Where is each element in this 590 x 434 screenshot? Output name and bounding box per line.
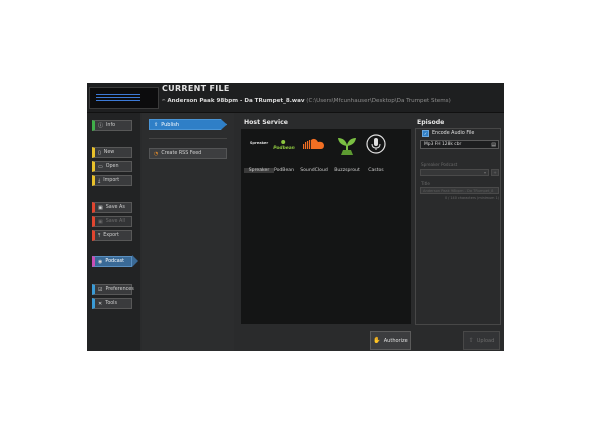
create-rss-feed-label: Create RSS Feed [161, 151, 202, 156]
sidebar-item-label: Preferences [105, 287, 134, 292]
sidebar-item-label: New [103, 150, 115, 155]
add-icon: + [493, 170, 497, 175]
sidebar-item-tools[interactable]: ✕ Tools [92, 298, 132, 309]
sidebar-item-label: Export [103, 233, 119, 238]
export-icon: ⤒ [98, 232, 101, 239]
preferences-icon: ☑ [98, 286, 103, 293]
edit-format-icon[interactable]: ▤ [491, 141, 496, 149]
open-folder-icon: ▭ [98, 163, 103, 170]
new-file-icon: ▯ [98, 149, 101, 156]
soundcloud-icon [303, 138, 324, 149]
publish-tab[interactable]: ⇪ Publish [149, 119, 227, 130]
sidebar-item-label: Tools [105, 301, 118, 306]
service-podbean[interactable]: Podbean PodBean [269, 133, 299, 177]
chevron-down-icon: ▾ [483, 170, 486, 175]
spreaker-podcast-select[interactable]: ▾ [420, 169, 489, 176]
sidebar-item-label: Import [103, 178, 120, 183]
sidebar-item-save-as[interactable]: ▣ Save As [92, 202, 132, 213]
refresh-podcasts-button[interactable]: + [491, 169, 499, 176]
episode-title: Episode [417, 119, 445, 126]
sidebar-item-label: Save As [105, 205, 125, 210]
current-file-info: 𝄐 Anderson Paak 98bpm - Da TRumpet_8.wav … [162, 97, 451, 105]
divider [149, 138, 227, 139]
checkbox-checked-icon: ✓ [422, 130, 429, 137]
sidebar-item-label: Podcast [105, 259, 125, 264]
sidebar: ⓘ Info ▯ New ▭ Open ⤓ Import ▣ Save As ▣ Save … [87, 113, 140, 351]
sidebar-item-label: Info [106, 123, 116, 128]
info-icon: ⓘ [98, 123, 104, 129]
publish-label: Publish [161, 121, 180, 128]
waveform-thumbnail [89, 87, 159, 109]
service-buzzsprout[interactable]: Buzzsprout [332, 133, 362, 177]
upload-label: Upload [476, 337, 495, 344]
service-label: Castos [368, 168, 384, 173]
authorize-button[interactable]: ✋ Authorize [370, 331, 411, 350]
title-character-count: 0 / 140 characters (minimum 1) [444, 196, 499, 200]
buzzsprout-icon [338, 138, 356, 155]
podcast-active-arrow [132, 255, 138, 267]
encode-audio-checkbox[interactable]: ✓ Encode Audio File [422, 130, 474, 137]
service-label: SoundCloud [300, 168, 328, 173]
encode-format-field[interactable]: Mp3 FH 128k cbr ▤ [420, 140, 499, 149]
host-service-title: Host Service [244, 119, 288, 126]
service-label: PodBean [273, 168, 295, 173]
spreaker-logo: Spreaker [249, 141, 269, 145]
upload-button[interactable]: ⇧ Upload [463, 331, 500, 350]
waveform-icon: 𝄐 [162, 97, 166, 104]
host-service-panel: Spreaker Spreaker Podbean PodBean SoundC… [241, 129, 411, 324]
encode-audio-label: Encode Audio File [432, 131, 475, 136]
spreaker-podcast-label: Spreaker Podcast [421, 162, 458, 167]
sidebar-item-info[interactable]: ⓘ Info [92, 120, 132, 131]
create-rss-feed-button[interactable]: ◔ Create RSS Feed [149, 148, 227, 159]
service-soundcloud[interactable]: SoundCloud [299, 133, 329, 177]
import-icon: ⤓ [98, 177, 101, 184]
host-service-section: Host Service Spreaker Spreaker Podbean P… [238, 113, 411, 351]
microphone-icon [366, 134, 386, 154]
podbean-logo-text: Podbean [273, 145, 295, 151]
episode-title-input[interactable]: Anderson Paak 98bpm - Da TRumpet_8 [420, 187, 499, 194]
podbean-icon [281, 140, 286, 144]
current-file-path: (C:\Users\Mfcunhauser\Desktop\Da Trumpet… [306, 98, 451, 104]
episode-section: Episode ✓ Encode Audio File Mp3 FH 128k c… [413, 113, 504, 351]
sidebar-item-podcast[interactable]: ◉ Podcast [92, 256, 132, 267]
service-label: Buzzsprout [334, 168, 360, 173]
current-file-name: Anderson Paak 98bpm - Da TRumpet_8.wav [167, 98, 305, 104]
podcast-actions-panel: ⇪ Publish ◔ Create RSS Feed [142, 113, 234, 351]
podbean-logo: Podbean [273, 140, 295, 151]
tools-icon: ✕ [98, 300, 103, 307]
sidebar-item-import[interactable]: ⤓ Import [92, 175, 132, 186]
sidebar-item-save-all[interactable]: ▣ Save All [92, 216, 132, 227]
sidebar-item-label: Open [105, 164, 119, 169]
publish-icon: ⇪ [154, 121, 159, 128]
sidebar-item-preferences[interactable]: ☑ Preferences [92, 284, 134, 295]
handshake-icon: ✋ [373, 337, 381, 344]
episode-title-label: Title [421, 181, 430, 186]
sidebar-item-new[interactable]: ▯ New [92, 147, 132, 158]
service-castos[interactable]: Castos [361, 133, 391, 177]
save-all-icon: ▣ [98, 218, 103, 225]
upload-icon: ⇧ [468, 337, 474, 344]
sidebar-item-export[interactable]: ⤒ Export [92, 230, 132, 241]
app-window: CURRENT FILE 𝄐 Anderson Paak 98bpm - Da T… [87, 83, 504, 351]
rss-icon: ◔ [154, 150, 159, 157]
current-file-title: CURRENT FILE [162, 84, 230, 93]
episode-panel: ✓ Encode Audio File Mp3 FH 128k cbr ▤ Spr… [415, 128, 501, 325]
podcast-icon: ◉ [98, 258, 103, 265]
current-file-header: CURRENT FILE 𝄐 Anderson Paak 98bpm - Da T… [87, 83, 504, 113]
sidebar-item-label: Save All [105, 219, 125, 224]
encode-format-value: Mp3 FH 128k cbr [424, 142, 462, 147]
save-as-icon: ▣ [98, 204, 103, 211]
sidebar-item-open[interactable]: ▭ Open [92, 161, 132, 172]
authorize-label: Authorize [383, 337, 408, 344]
